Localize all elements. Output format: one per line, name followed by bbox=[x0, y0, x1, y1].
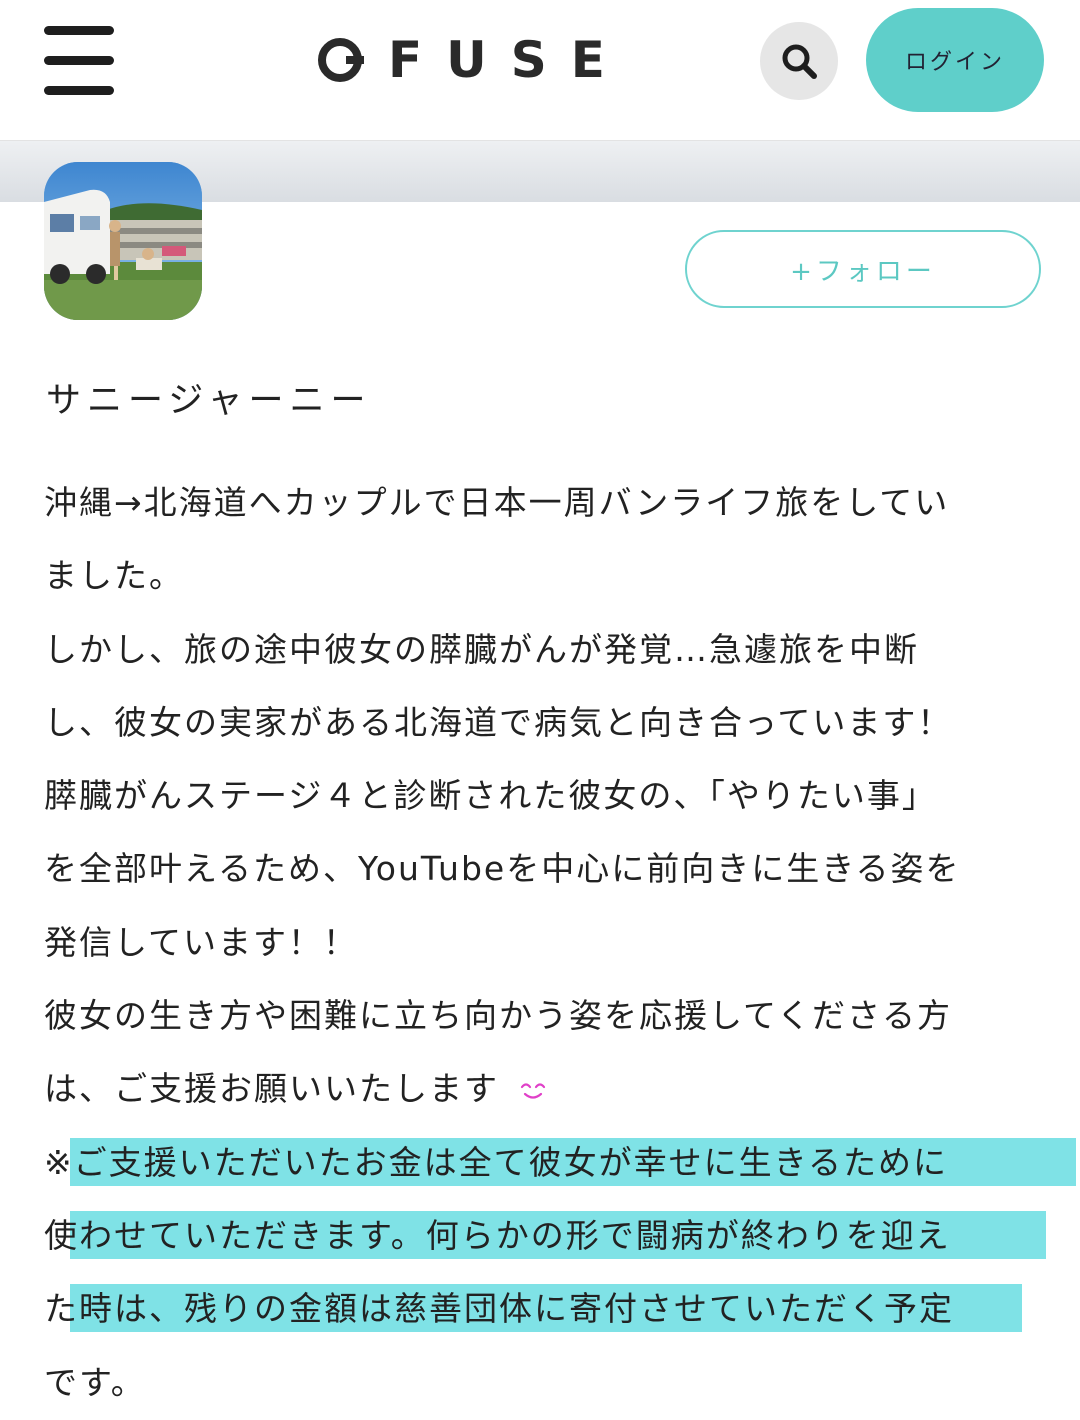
bio-line: 発信しています！！ bbox=[44, 922, 359, 962]
follow-button[interactable]: +フォロー bbox=[685, 230, 1041, 308]
bio-line-highlighted: た時は、残りの金額は慈善団体に寄付させていただく予定 bbox=[44, 1272, 1044, 1345]
bio-line: 膵臓がんステージ４と診断された彼女の、「やりたい事」 bbox=[44, 776, 937, 816]
hamburger-menu-icon[interactable] bbox=[44, 26, 114, 96]
o-circle-icon bbox=[318, 38, 364, 82]
bio-line: は、ご支援お願いいたします bbox=[44, 1052, 1044, 1125]
bio-line-highlighted: 使わせていただきます。何らかの形で闘病が終わりを迎え bbox=[44, 1199, 1046, 1272]
bio-line: しかし、旅の途中彼女の膵臓がんが発覚…急遽旅を中断 bbox=[44, 629, 919, 669]
ofuse-logo[interactable]: FUSE bbox=[316, 30, 629, 90]
site-header: FUSE ログイン bbox=[0, 0, 1080, 141]
bio-line: 沖縄→北海道へカップルで日本一周バンライフ旅をしてい bbox=[44, 483, 950, 522]
login-button[interactable]: ログイン bbox=[866, 8, 1044, 112]
avatar-photo bbox=[44, 162, 202, 320]
profile-bio: 沖縄→北海道へカップルで日本一周バンライフ旅をしてい ました。 しかし、旅の途中… bbox=[44, 466, 1076, 1419]
search-icon bbox=[782, 44, 817, 79]
bio-line: です。 bbox=[44, 1362, 146, 1402]
bio-line: ました。 bbox=[44, 556, 184, 596]
search-button[interactable] bbox=[760, 22, 838, 100]
bio-line: し、彼女の実家がある北海道で病気と向き合っています！ bbox=[44, 702, 953, 742]
bio-line-highlighted: ※ご支援いただいたお金は全て彼女が幸せに生きるために bbox=[44, 1126, 1076, 1199]
profile-name: サニージャーニー bbox=[46, 381, 372, 421]
bio-line: を全部叶えるため、YouTubeを中心に前向きに生きる姿を bbox=[44, 849, 961, 889]
logo-text: FUSE bbox=[388, 31, 629, 89]
profile-avatar[interactable] bbox=[44, 162, 202, 320]
bio-line: 彼女の生き方や困難に立ち向かう姿を応援してくださる方 bbox=[44, 996, 953, 1036]
smiling-face-icon bbox=[520, 1083, 545, 1099]
